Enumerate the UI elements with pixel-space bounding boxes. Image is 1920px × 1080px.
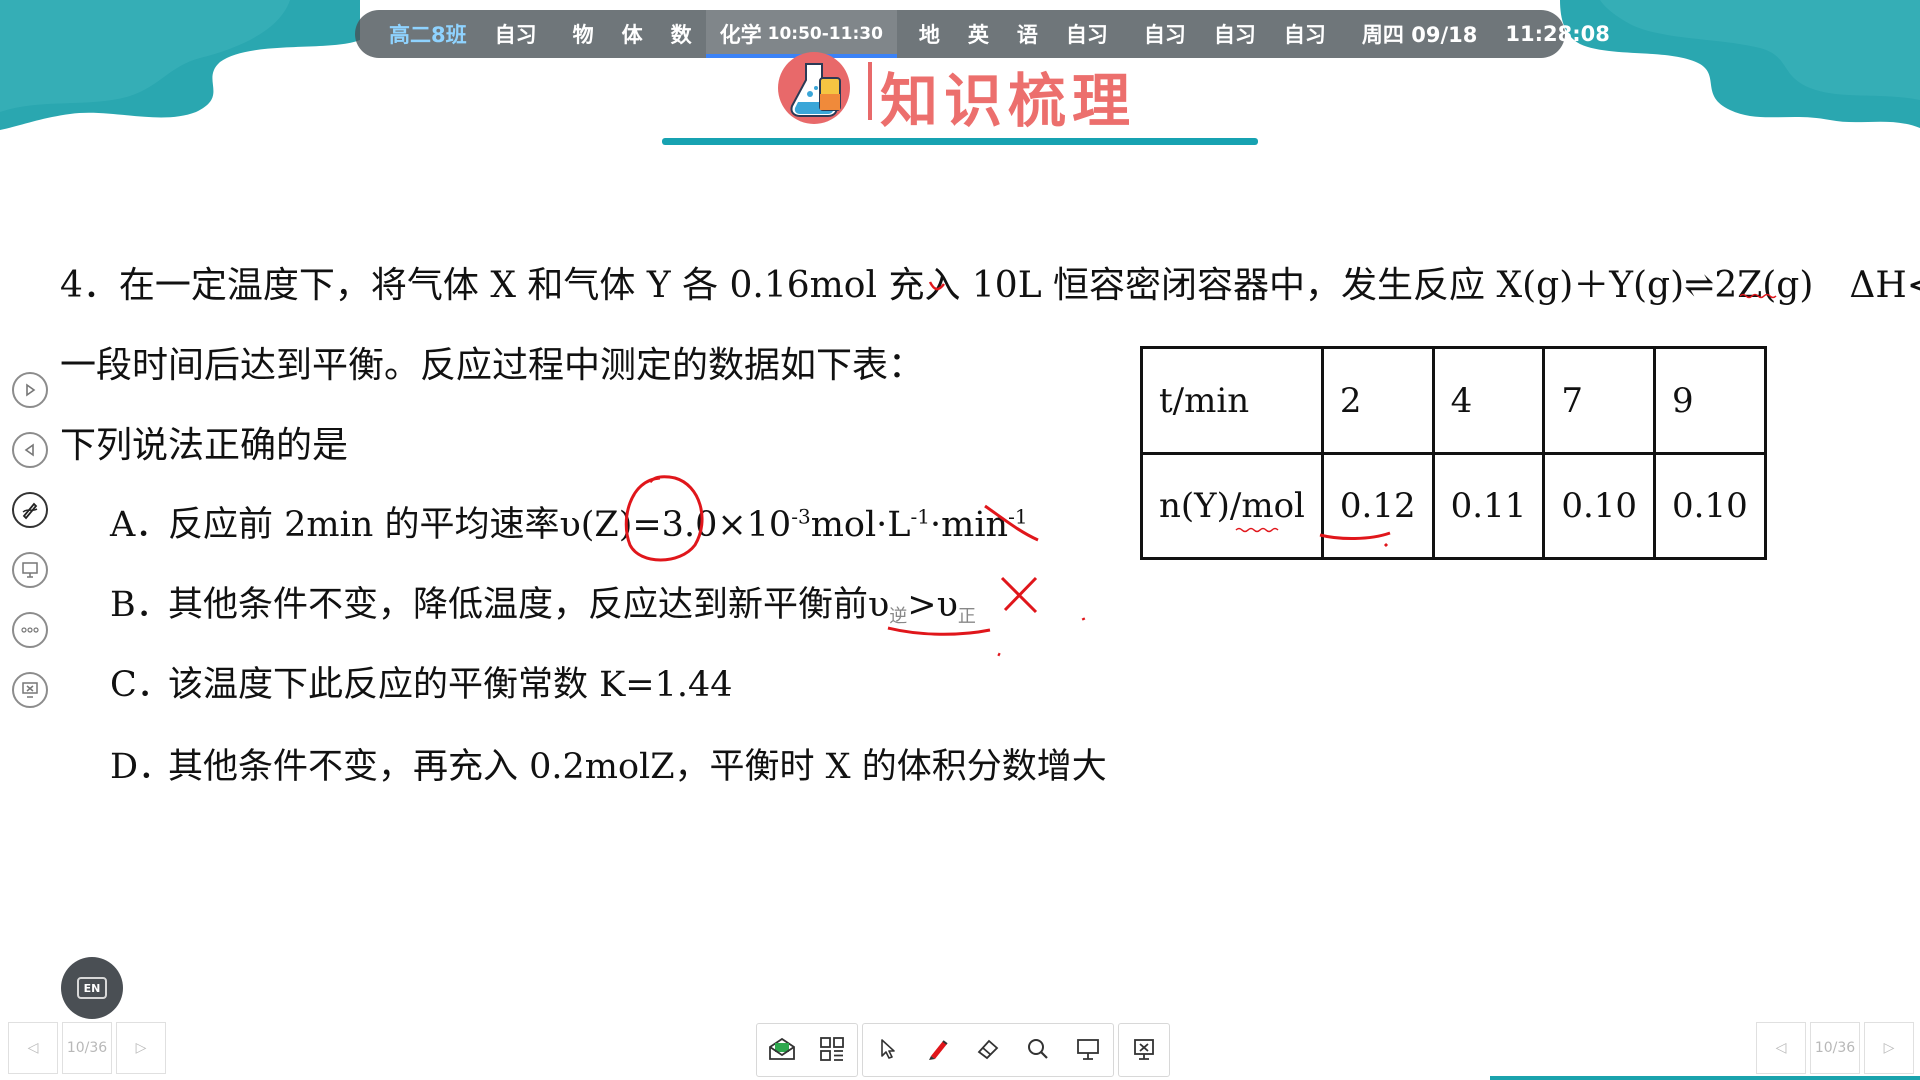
- chemistry-flask-icon: [778, 52, 850, 124]
- option-a: A．反应前 2min 的平均速率υ(Z)=3.0×10-3mol·L-1·min…: [110, 496, 1028, 547]
- option-text: 其他条件不变，降低温度，反应达到新平衡前υ: [168, 585, 890, 625]
- cursor-icon[interactable]: [863, 1024, 913, 1074]
- page-indicator: 10/36: [1810, 1022, 1860, 1074]
- table-cell: 0.11: [1431, 452, 1546, 560]
- table-header-cell: 9: [1653, 346, 1767, 455]
- whiteboard-icon[interactable]: [1063, 1024, 1113, 1074]
- en-badge: EN: [77, 977, 107, 999]
- toolbar-group: [756, 1023, 858, 1077]
- option-superscript: -3: [791, 504, 811, 529]
- search-icon[interactable]: [1013, 1024, 1063, 1074]
- table-row: n(Y)/mol 0.12 0.11 0.10 0.10: [1140, 452, 1767, 560]
- table-header-cell: 2: [1320, 346, 1435, 455]
- option-b: B．其他条件不变，降低温度，反应达到新平衡前υ逆>υ正: [110, 576, 976, 628]
- grid-apps-icon[interactable]: [807, 1024, 857, 1074]
- current-period: 化学 10:50-11:30: [705, 10, 898, 58]
- schedule-clock: 11:28:08: [1505, 22, 1610, 46]
- pen-icon[interactable]: [913, 1024, 963, 1074]
- schedule-item: 物: [572, 23, 594, 47]
- class-name: 高二8班: [389, 23, 467, 47]
- schedule-item: 语: [1016, 23, 1038, 47]
- pager-left: ◁ 10/36 ▷: [8, 1022, 166, 1074]
- option-subscript: 正: [957, 606, 976, 627]
- annotate-icon[interactable]: [12, 492, 48, 528]
- option-d: D．其他条件不变，再充入 0.2molZ，平衡时 X 的体积分数增大: [110, 738, 1107, 789]
- schedule-item: 自习: [1283, 23, 1326, 47]
- toolbar-group: [1118, 1023, 1170, 1077]
- schedule-item: 自习: [494, 23, 537, 47]
- title-divider: [868, 62, 872, 120]
- schedule-item: 英: [967, 23, 989, 47]
- question-stem-line2: 一段时间后达到平衡。反应过程中测定的数据如下表：: [60, 345, 925, 386]
- next-page-button[interactable]: ▷: [116, 1022, 166, 1074]
- table-cell: 0.10: [1542, 452, 1657, 560]
- annotation-dot: [1081, 617, 1086, 621]
- option-label: B．: [110, 585, 171, 625]
- option-label: C．: [110, 665, 172, 705]
- language-toggle-button[interactable]: EN: [61, 957, 123, 1019]
- option-text: >υ: [907, 585, 958, 625]
- option-text: 反应前 2min 的平均速率υ(Z)=3.0×10: [168, 505, 792, 545]
- option-superscript: -1: [910, 504, 930, 529]
- more-icon[interactable]: [12, 612, 48, 648]
- option-text: ·min: [930, 505, 1009, 545]
- data-table: t/min 2 4 7 9 n(Y)/mol 0.12 0.11 0.10 0.…: [1140, 346, 1767, 560]
- bottom-toolbar: [756, 1023, 1170, 1077]
- slide-title: 知识梳理: [880, 67, 1137, 135]
- annotation-underline: [887, 626, 991, 636]
- annotation-cross: [1000, 576, 1038, 614]
- option-superscript: -1: [1008, 504, 1028, 529]
- table-cell: 0.12: [1320, 452, 1435, 560]
- schedule-item: 自习: [1065, 23, 1108, 47]
- slide-stage: 高二8班 自习 物 体 数 化学 10:50-11:30 地 英 语 自习 自习…: [0, 0, 1920, 1080]
- table-cell: 0.10: [1653, 452, 1767, 560]
- play-prev-icon[interactable]: [12, 432, 48, 468]
- play-next-icon[interactable]: [12, 372, 48, 408]
- page-indicator: 10/36: [62, 1022, 112, 1074]
- pager-right: ◁ 10/36 ▷: [1756, 1022, 1914, 1074]
- prev-page-button[interactable]: ◁: [8, 1022, 58, 1074]
- table-header-cell: 7: [1542, 346, 1657, 455]
- schedule-date: 周四 09/18: [1361, 23, 1478, 47]
- next-page-button[interactable]: ▷: [1864, 1022, 1914, 1074]
- annotation-dot: [997, 652, 1001, 657]
- schedule-item: 自习: [1213, 23, 1256, 47]
- table-cell: n(Y)/mol: [1140, 452, 1324, 560]
- option-text: mol·L: [810, 505, 911, 545]
- eraser-icon[interactable]: [963, 1024, 1013, 1074]
- table-row: t/min 2 4 7 9: [1140, 346, 1767, 455]
- schedule-item: 自习: [1143, 23, 1186, 47]
- screen-share-icon[interactable]: [12, 552, 48, 588]
- option-subscript: 逆: [889, 606, 908, 627]
- option-text: 其他条件不变，再充入 0.2molZ，平衡时 X 的体积分数增大: [168, 747, 1107, 787]
- schedule-item: 体: [621, 23, 643, 47]
- question-prompt: 下列说法正确的是: [60, 425, 349, 466]
- toolbar-group: [862, 1023, 1114, 1077]
- option-label: D．: [110, 747, 174, 787]
- envelope-icon[interactable]: [757, 1024, 807, 1074]
- class-schedule-bar: 高二8班 自习 物 体 数 化学 10:50-11:30 地 英 语 自习 自习…: [355, 10, 1610, 58]
- title-underline: [662, 138, 1258, 145]
- prev-page-button[interactable]: ◁: [1756, 1022, 1806, 1074]
- exit-presentation-icon[interactable]: [1119, 1024, 1169, 1074]
- option-text: 该温度下此反应的平衡常数 K=1.44: [168, 665, 733, 705]
- schedule-item: 数: [670, 23, 692, 47]
- current-period-time: 10:50-11:30: [767, 24, 883, 44]
- current-subject: 化学: [719, 23, 762, 47]
- table-header-cell: t/min: [1140, 346, 1324, 455]
- option-label: A．: [110, 505, 171, 545]
- schedule-item: 地: [918, 23, 940, 47]
- question-stem: 4．在一定温度下，将气体 X 和气体 Y 各 0.16mol 充入 10L 恒容…: [60, 265, 1920, 306]
- table-header-cell: 4: [1431, 346, 1546, 455]
- bottom-accent-line: [1490, 1076, 1920, 1080]
- end-screen-icon[interactable]: [12, 672, 48, 708]
- option-c: C．该温度下此反应的平衡常数 K=1.44: [110, 656, 733, 707]
